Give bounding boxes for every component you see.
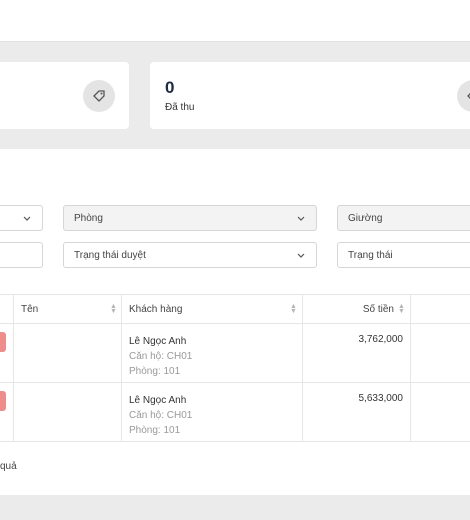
list-panel: Phòng Giường Trạng thái duyệt Trạng thái…	[0, 149, 470, 495]
invoice-table: Tên ▲ ▼ Khách hàng ▲ ▼ Số tiền ▲ ▼ Lê Ngọc …	[0, 294, 470, 442]
chevron-down-icon	[297, 216, 305, 221]
summary-card-1	[0, 62, 129, 129]
customer-name: Lê Ngọc Anh	[129, 395, 187, 406]
table-header: Tên ▲ ▼ Khách hàng ▲ ▼ Số tiền ▲ ▼	[0, 294, 470, 324]
bed-select-label: Giường	[348, 212, 383, 224]
column-header-amount[interactable]: Số tiền	[302, 304, 394, 315]
summary-card-collected: 0 Đã thu	[150, 62, 470, 129]
sort-icon[interactable]: ▲ ▼	[398, 303, 405, 315]
room-text: Phòng: 101	[129, 366, 181, 377]
customer-name: Lê Ngọc Anh	[129, 336, 187, 347]
column-header-customer[interactable]: Khách hàng	[129, 304, 182, 315]
customer-cell: Lê Ngọc Anh Căn hộ: CH01 Phòng: 101	[129, 393, 192, 438]
collected-value: 0	[165, 78, 175, 97]
sort-icon[interactable]: ▲ ▼	[110, 303, 117, 315]
status-tag	[0, 332, 6, 352]
approval-status-label: Trạng thái duyệt	[74, 249, 146, 261]
room-text: Phòng: 101	[129, 425, 181, 436]
results-count-text: quả	[0, 461, 17, 472]
top-bar	[0, 0, 470, 42]
table-row: Lê Ngọc Anh Căn hộ: CH01 Phòng: 101 3,76…	[0, 324, 470, 383]
status-select-label: Trạng thái	[348, 249, 393, 261]
collected-label: Đã thu	[165, 102, 195, 113]
sort-icon[interactable]: ▲ ▼	[290, 303, 297, 315]
status-tag	[0, 391, 6, 411]
chevron-down-icon	[23, 216, 31, 221]
tag-icon[interactable]	[457, 80, 470, 112]
amount-cell: 3,762,000	[358, 334, 404, 345]
customer-cell: Lê Ngọc Anh Căn hộ: CH01 Phòng: 101	[129, 334, 192, 379]
filter-select-1[interactable]	[0, 205, 43, 231]
approval-status-select[interactable]: Trạng thái duyệt	[63, 242, 317, 268]
column-header-name[interactable]: Tên	[21, 304, 38, 315]
apartment-text: Căn hộ: CH01	[129, 410, 193, 421]
status-select[interactable]: Trạng thái	[337, 242, 470, 268]
chevron-down-icon	[297, 253, 305, 258]
room-select[interactable]: Phòng	[63, 205, 317, 231]
tag-icon[interactable]	[83, 80, 115, 112]
filter-input-2[interactable]	[0, 242, 43, 268]
table-row: Lê Ngọc Anh Căn hộ: CH01 Phòng: 101 5,63…	[0, 383, 470, 442]
bed-select[interactable]: Giường	[337, 205, 470, 231]
apartment-text: Căn hộ: CH01	[129, 351, 193, 362]
amount-cell: 5,633,000	[358, 393, 404, 404]
room-select-label: Phòng	[74, 212, 103, 224]
